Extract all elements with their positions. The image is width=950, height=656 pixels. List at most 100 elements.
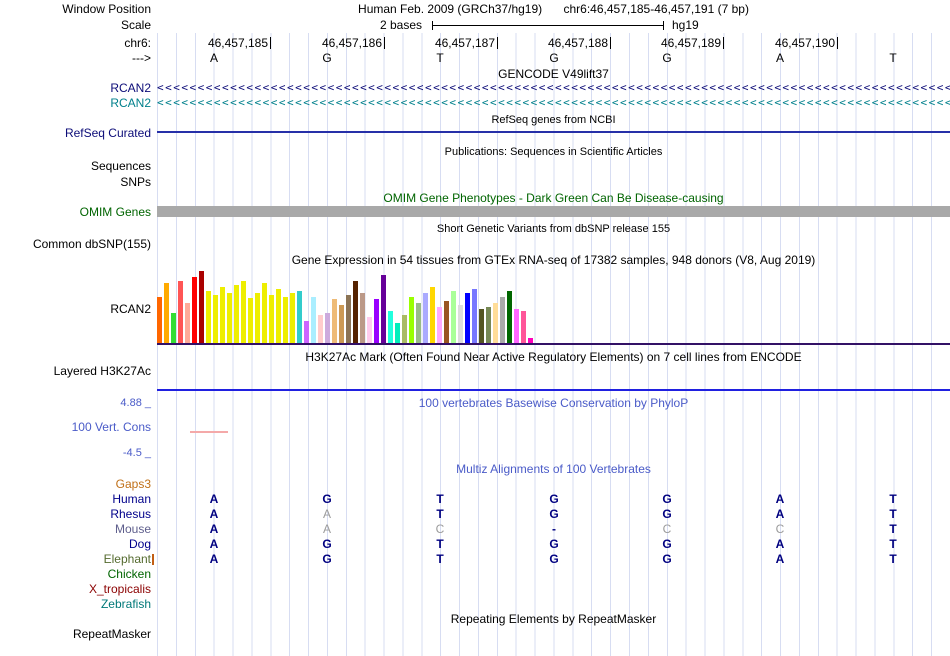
h3k27ac-signal-row[interactable] — [157, 389, 950, 391]
alignment-row-elephant[interactable]: Elephant A G T G G A T — [0, 552, 950, 567]
gtex-tissue-bar[interactable] — [234, 285, 239, 343]
gtex-tissue-bar[interactable] — [458, 305, 463, 343]
alignment-row-human[interactable]: Human A G T G G A T — [0, 492, 950, 507]
publications-snps-label[interactable]: SNPs — [0, 175, 151, 189]
gene-body-rcan2-noncoding[interactable]: <<<<<<<<<<<<<<<<<<<<<<<<<<<<<<<<<<<<<<<<… — [157, 96, 950, 111]
gtex-tissue-bar[interactable] — [402, 315, 407, 343]
omim-track-title[interactable]: OMIM Gene Phenotypes - Dark Green Can Be… — [157, 191, 950, 205]
gtex-tissue-bar[interactable] — [290, 293, 295, 343]
gtex-gene-label[interactable]: RCAN2 — [0, 302, 151, 316]
gtex-tissue-bar[interactable] — [472, 289, 477, 343]
gtex-tissue-bar[interactable] — [409, 297, 414, 343]
gtex-tissue-bar[interactable] — [479, 309, 484, 343]
ruler-tick-label[interactable]: 46,457,190 — [755, 36, 835, 50]
gtex-tissue-bar[interactable] — [297, 291, 302, 343]
h3k27ac-track-title[interactable]: H3K27Ac Mark (Often Found Near Active Re… — [157, 350, 950, 364]
gtex-tissue-bar[interactable] — [255, 293, 260, 343]
gtex-tissue-bar[interactable] — [451, 291, 456, 343]
gtex-tissue-bar[interactable] — [437, 307, 442, 343]
gene-label-rcan2-noncoding[interactable]: RCAN2 — [0, 96, 151, 110]
gtex-tissue-bar[interactable] — [171, 313, 176, 343]
gtex-tissue-bar[interactable] — [493, 303, 498, 343]
alignment-row-gaps3[interactable]: Gaps3 — [0, 477, 950, 492]
gtex-tissue-bar[interactable] — [332, 299, 337, 343]
phylop-signal[interactable] — [190, 431, 228, 433]
gtex-tissue-bar[interactable] — [311, 297, 316, 343]
refseq-curated-label[interactable]: RefSeq Curated — [0, 126, 151, 140]
gtex-tissue-bar[interactable] — [339, 305, 344, 343]
publications-sequences-label[interactable]: Sequences — [0, 159, 151, 173]
gtex-tissue-bar[interactable] — [269, 295, 274, 343]
h3k27ac-track-label[interactable]: Layered H3K27Ac — [0, 364, 151, 378]
species-label-rhesus[interactable]: Rhesus — [0, 507, 151, 521]
gtex-tissue-bar[interactable] — [220, 287, 225, 343]
ruler-tick-label[interactable]: 46,457,189 — [641, 36, 721, 50]
coordinate-ruler[interactable]: 46,457,185 46,457,186 46,457,187 46,457,188… — [157, 36, 950, 51]
gtex-tissue-bar[interactable] — [304, 321, 309, 343]
gtex-tissue-bar[interactable] — [430, 287, 435, 343]
gtex-tissue-bar[interactable] — [157, 297, 162, 343]
gtex-tissue-bar[interactable] — [423, 293, 428, 343]
gtex-tissue-bar[interactable] — [227, 293, 232, 343]
gtex-tissue-bar[interactable] — [388, 311, 393, 343]
gtex-tissue-bar[interactable] — [360, 293, 365, 343]
gene-label-rcan2-coding[interactable]: RCAN2 — [0, 81, 151, 95]
gtex-tissue-bar[interactable] — [507, 291, 512, 343]
gtex-tissue-bar[interactable] — [178, 281, 183, 343]
gtex-tissue-bar[interactable] — [276, 289, 281, 343]
phylop-signal-row[interactable] — [157, 431, 950, 433]
gtex-tissue-bar[interactable] — [318, 315, 323, 343]
gtex-tissue-bar[interactable] — [367, 317, 372, 343]
ruler-tick-label[interactable]: 46,457,186 — [302, 36, 382, 50]
species-label-elephant[interactable]: Elephant — [0, 552, 151, 566]
multiz-track-title[interactable]: Multiz Alignments of 100 Vertebrates — [157, 462, 950, 476]
gtex-tissue-bar[interactable] — [444, 301, 449, 343]
ruler-tick-label[interactable]: 46,457,188 — [528, 36, 608, 50]
gtex-tissue-bar[interactable] — [325, 313, 330, 343]
gtex-tissue-bar[interactable] — [381, 275, 386, 343]
omim-gene-bar[interactable] — [157, 206, 950, 217]
ruler-tick-label[interactable]: 46,457,185 — [188, 36, 268, 50]
gtex-tissue-bar[interactable] — [514, 309, 519, 343]
gtex-tissue-bar[interactable] — [185, 303, 190, 343]
gtex-tissue-bar[interactable] — [192, 277, 197, 343]
gtex-tissue-bar[interactable] — [521, 311, 526, 343]
species-label-human[interactable]: Human — [0, 492, 151, 506]
gtex-tissue-bar[interactable] — [283, 297, 288, 343]
gene-body-rcan2-coding[interactable]: <<<<<<<<<<<<<<<<<<<<<<<<<<<<<<<<<<<<<<<<… — [157, 81, 950, 96]
gtex-expression-barchart[interactable] — [157, 269, 950, 343]
omim-genes-label[interactable]: OMIM Genes — [0, 205, 151, 219]
dbsnp-track-title[interactable]: Short Genetic Variants from dbSNP releas… — [157, 222, 950, 236]
gencode-track-title[interactable]: GENCODE V49lift37 — [157, 67, 950, 81]
refseq-track-title[interactable]: RefSeq genes from NCBI — [157, 113, 950, 127]
species-label-dog[interactable]: Dog — [0, 537, 151, 551]
h3k27ac-signal-line[interactable] — [157, 389, 950, 391]
refseq-curated-item[interactable] — [157, 126, 950, 141]
gtex-tissue-bar[interactable] — [465, 293, 470, 343]
publications-track-title[interactable]: Publications: Sequences in Scientific Ar… — [157, 145, 950, 159]
gtex-tissue-bar[interactable] — [248, 298, 253, 343]
repeatmasker-track-title[interactable]: Repeating Elements by RepeatMasker — [157, 612, 950, 626]
species-label-chicken[interactable]: Chicken — [0, 567, 151, 581]
repeatmasker-track-label[interactable]: RepeatMasker — [0, 627, 151, 641]
phylop-track-title[interactable]: 100 vertebrates Basewise Conservation by… — [157, 396, 950, 410]
alignment-row-chicken[interactable]: Chicken — [0, 567, 950, 582]
species-label-mouse[interactable]: Mouse — [0, 522, 151, 536]
alignment-row-x-tropicalis[interactable]: X_tropicalis — [0, 582, 950, 597]
alignment-row-mouse[interactable]: Mouse A A C - C C T — [0, 522, 950, 537]
gtex-tissue-bar[interactable] — [213, 295, 218, 343]
gtex-tissue-bar[interactable] — [164, 283, 169, 343]
dbsnp-track-label[interactable]: Common dbSNP(155) — [0, 237, 151, 251]
gtex-tissue-bar[interactable] — [374, 299, 379, 343]
gtex-tissue-bar[interactable] — [500, 297, 505, 343]
gtex-tissue-bar[interactable] — [262, 283, 267, 343]
gtex-track-title[interactable]: Gene Expression in 54 tissues from GTEx … — [157, 253, 950, 267]
gtex-tissue-bar[interactable] — [395, 323, 400, 343]
alignment-row-zebrafish[interactable]: Zebrafish — [0, 597, 950, 612]
alignment-row-dog[interactable]: Dog A G T G G A T — [0, 537, 950, 552]
ruler-tick-label[interactable]: 46,457,187 — [415, 36, 495, 50]
gtex-tissue-bar[interactable] — [486, 307, 491, 343]
gtex-tissue-bar[interactable] — [353, 281, 358, 343]
gtex-tissue-bar[interactable] — [416, 303, 421, 343]
gtex-tissue-bar[interactable] — [206, 291, 211, 343]
